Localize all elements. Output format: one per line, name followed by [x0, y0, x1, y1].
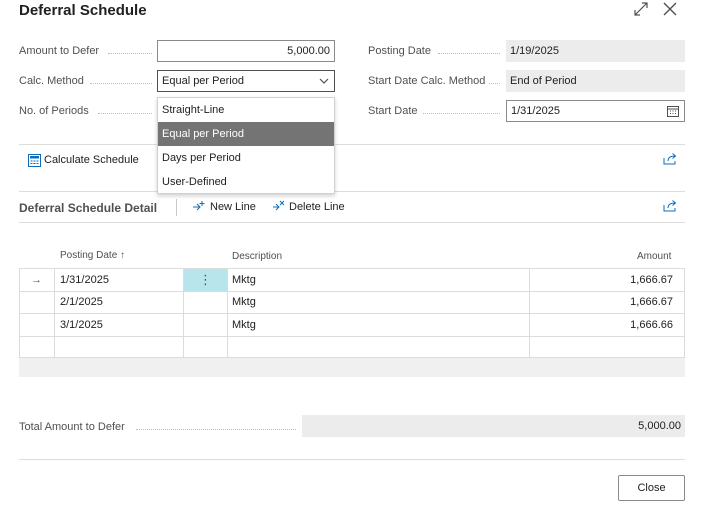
current-row-arrow-icon: → [31, 274, 42, 286]
toolbar-separator [176, 199, 177, 216]
dialog-title: Deferral Schedule [19, 2, 147, 19]
option-user-defined[interactable]: User-Defined [158, 170, 334, 194]
grid-row-divider [19, 336, 685, 337]
new-line-icon [193, 200, 206, 212]
start-date-calc-method-label: Start Date Calc. Method [368, 75, 486, 87]
column-header-label: Posting Date [60, 250, 118, 261]
calendar-icon[interactable] [667, 105, 679, 117]
amount-to-defer-label: Amount to Defer [19, 45, 100, 57]
delete-line-icon [273, 200, 286, 212]
row-posting-date[interactable]: 1/31/2025 [60, 269, 109, 291]
grid-footer [19, 358, 685, 377]
row-posting-date[interactable]: 2/1/2025 [60, 291, 103, 313]
divider [19, 191, 685, 192]
row-amount[interactable]: 1,666.67 [540, 291, 673, 313]
posting-date-label: Posting Date [368, 45, 431, 57]
column-header-posting-date[interactable]: Posting Date ↑ [60, 250, 125, 261]
total-amount-value: 5,000.00 [302, 415, 685, 437]
column-header-amount[interactable]: Amount [637, 251, 671, 262]
calculate-schedule-label: Calculate Schedule [44, 154, 139, 166]
chevron-down-icon [319, 76, 329, 86]
start-date-label: Start Date [368, 105, 418, 117]
posting-date-value: 1/19/2025 [506, 40, 685, 62]
row-amount[interactable]: 1,666.66 [540, 314, 673, 336]
new-line-label: New Line [210, 201, 256, 213]
sort-ascending-icon: ↑ [120, 250, 126, 261]
start-date-value: 1/31/2025 [511, 105, 560, 117]
delete-line-label: Delete Line [289, 201, 345, 213]
calculate-schedule-button[interactable]: Calculate Schedule [28, 154, 139, 167]
close-button[interactable]: Close [618, 475, 685, 501]
column-header-description[interactable]: Description [232, 251, 282, 262]
calc-method-value: Equal per Period [162, 75, 244, 87]
row-menu-icon[interactable]: ⋮ [184, 269, 227, 291]
dotted-leader [136, 429, 296, 430]
divider [19, 459, 685, 460]
close-icon[interactable] [662, 1, 678, 17]
dotted-leader [423, 113, 500, 114]
total-amount-label: Total Amount to Defer [19, 421, 125, 433]
detail-section-title: Deferral Schedule Detail [19, 201, 158, 215]
dotted-leader [438, 53, 500, 54]
start-date-input[interactable]: 1/31/2025 [506, 100, 685, 122]
dotted-leader [108, 53, 152, 54]
dotted-leader [489, 83, 500, 84]
row-description[interactable]: Mktg [232, 314, 256, 336]
row-action-cell[interactable]: ⋮ [184, 269, 227, 291]
delete-line-button[interactable]: Delete Line [273, 200, 345, 213]
share-icon[interactable] [663, 153, 677, 165]
share-icon[interactable] [663, 200, 677, 212]
calc-method-select[interactable]: Equal per Period [157, 70, 335, 92]
row-description[interactable]: Mktg [232, 269, 256, 291]
new-line-button[interactable]: New Line [193, 201, 256, 213]
dotted-leader [98, 113, 152, 114]
option-days-per-period[interactable]: Days per Period [158, 146, 334, 170]
row-amount[interactable]: 1,666.67 [540, 269, 673, 291]
divider [19, 222, 685, 223]
calc-method-label: Calc. Method [19, 75, 84, 87]
option-equal-per-period[interactable]: Equal per Period [158, 122, 334, 146]
row-posting-date[interactable]: 3/1/2025 [60, 314, 103, 336]
row-description[interactable]: Mktg [232, 291, 256, 313]
start-date-calc-method-value: End of Period [506, 70, 685, 92]
calculate-icon [28, 154, 41, 167]
option-straight-line[interactable]: Straight-Line [158, 98, 334, 122]
dotted-leader [90, 83, 152, 84]
expand-icon[interactable] [634, 2, 648, 16]
amount-to-defer-input[interactable]: 5,000.00 [157, 40, 335, 62]
no-of-periods-label: No. of Periods [19, 105, 89, 117]
calc-method-dropdown: Straight-Line Equal per Period Days per … [157, 97, 335, 194]
divider [19, 144, 685, 145]
